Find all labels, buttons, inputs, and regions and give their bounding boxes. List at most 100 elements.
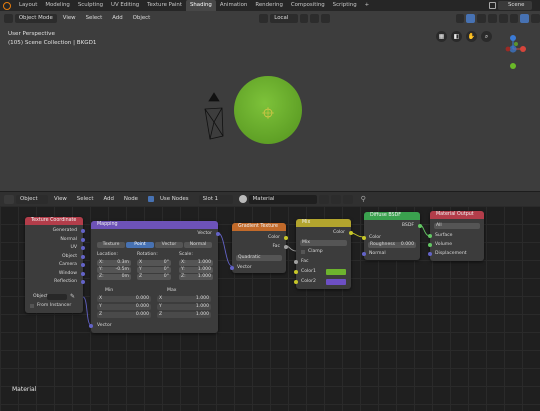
viewport-menu-view[interactable]: View	[59, 15, 80, 21]
zoom-icon[interactable]: ⌕	[481, 31, 492, 42]
xray-icon[interactable]	[488, 13, 497, 23]
material-name-field[interactable]: Material	[248, 194, 317, 204]
workspace-tab[interactable]: UV Editing	[107, 0, 143, 11]
workspace-tab[interactable]: Shading	[185, 0, 216, 11]
output-target-dropdown[interactable]: All	[434, 223, 480, 229]
shading-rendered-icon[interactable]	[531, 13, 540, 23]
viewport-menu-object[interactable]: Object	[129, 15, 155, 21]
shader-type-selector[interactable]: Object	[16, 194, 48, 204]
shading-material-icon[interactable]	[520, 13, 530, 23]
gizmo-y-axis[interactable]	[510, 63, 516, 69]
mapping-scale-field[interactable]: Y: 1.000	[179, 267, 213, 273]
displacement-input-socket[interactable]	[428, 252, 432, 256]
eyedropper-icon[interactable]: ✎	[70, 294, 76, 300]
mapping-type-button[interactable]: Vector	[155, 242, 183, 248]
gizmo-x-neg[interactable]	[505, 46, 511, 52]
blender-logo-icon[interactable]	[3, 1, 11, 10]
node-menu-node[interactable]: Node	[120, 196, 142, 202]
blend-type-dropdown[interactable]: Mix	[300, 240, 347, 246]
mapping-min-field[interactable]: X 0.000	[97, 296, 151, 302]
material-output-node[interactable]: Material Output All Surface Volume Displ…	[428, 211, 484, 261]
vector-input-socket[interactable]	[230, 266, 234, 270]
mapping-location-field[interactable]: X: 0.3m	[97, 260, 131, 266]
material-sphere-icon[interactable]	[238, 195, 247, 203]
gradient-texture-node[interactable]: Gradient Texture Color Fac Quadratic Vec…	[230, 223, 288, 273]
unlink-material-icon[interactable]	[342, 194, 353, 204]
scene-selector[interactable]: Scene	[498, 1, 532, 10]
transform-orientation-icon[interactable]	[259, 13, 269, 23]
object-field[interactable]	[47, 294, 67, 300]
from-instancer-checkbox[interactable]	[30, 304, 34, 308]
workspace-tab[interactable]: Layout	[15, 0, 41, 11]
mapping-rotation-field[interactable]: Y 0°	[137, 267, 171, 273]
copy-material-icon[interactable]	[330, 194, 341, 204]
texcoord-output-socket[interactable]	[81, 271, 85, 276]
mapping-node[interactable]: Mapping Vector Texture Point Vector Normal …	[89, 221, 220, 333]
texture-coordinate-node[interactable]: Texture Coordinate Generated Normal UV Obje…	[25, 217, 85, 313]
color-output-socket[interactable]	[349, 231, 353, 235]
mapping-type-button[interactable]: Texture	[97, 242, 125, 248]
mapping-max-field[interactable]: Z 1.000	[157, 312, 211, 318]
mapping-type-button[interactable]: Point	[126, 242, 154, 248]
mapping-location-field[interactable]: Z: 0m	[97, 274, 131, 280]
visibility-icon[interactable]	[455, 13, 465, 23]
workspace-tab[interactable]: Compositing	[287, 0, 329, 11]
texcoord-output-socket[interactable]	[81, 263, 85, 267]
node-editor-type-icon[interactable]	[4, 194, 14, 204]
mode-selector[interactable]: Object Mode	[14, 13, 57, 23]
proportional-edit-icon[interactable]	[321, 13, 331, 23]
green-sphere-object[interactable]	[234, 76, 302, 144]
use-nodes-checkbox[interactable]	[147, 196, 154, 202]
color2-swatch[interactable]	[326, 279, 346, 285]
snap-icon[interactable]	[310, 13, 320, 23]
pan-hand-icon[interactable]: ✋	[466, 31, 477, 42]
texcoord-output-socket[interactable]	[81, 246, 85, 250]
gizmo-x-axis[interactable]	[520, 46, 526, 52]
color-output-socket[interactable]	[284, 236, 288, 240]
shading-wireframe-icon[interactable]	[498, 13, 508, 23]
vector-output-socket[interactable]	[216, 232, 220, 236]
camera-object[interactable]	[204, 92, 224, 140]
camera-view-icon[interactable]: ◧	[451, 31, 462, 42]
gizmo-toggle-icon[interactable]	[466, 13, 476, 23]
workspace-tab[interactable]: Sculpting	[74, 0, 107, 11]
mix-rgb-node[interactable]: Mix Color Mix Clamp Fac Color1 Color2	[294, 219, 353, 289]
slot-selector[interactable]: Slot 1	[198, 194, 233, 204]
mapping-min-field[interactable]: Y 0.000	[97, 304, 151, 310]
texcoord-output-socket[interactable]	[81, 254, 85, 259]
clamp-checkbox[interactable]	[301, 250, 305, 254]
mapping-rotation-field[interactable]: X 0°	[137, 260, 171, 266]
viewport-menu-add[interactable]: Add	[108, 15, 126, 21]
gradient-type-dropdown[interactable]: Quadratic	[236, 255, 282, 261]
editor-type-icon[interactable]	[4, 13, 13, 23]
scene-icon[interactable]	[489, 2, 496, 9]
fac-input-socket[interactable]	[294, 260, 298, 264]
mapping-type-button[interactable]: Normal	[184, 242, 212, 248]
mapping-max-field[interactable]: Y 1.000	[157, 304, 211, 310]
pin-icon[interactable]: ⚲	[361, 195, 369, 203]
volume-input-socket[interactable]	[428, 243, 432, 247]
mapping-min-field[interactable]: Z 0.000	[97, 312, 151, 318]
overlay-icon[interactable]	[477, 13, 487, 23]
mapping-scale-field[interactable]: X: 1.000	[179, 260, 213, 266]
axis-gizmo[interactable]	[505, 35, 526, 69]
texcoord-output-socket[interactable]	[81, 229, 85, 233]
mapping-scale-field[interactable]: Z: 1.000	[179, 274, 213, 280]
viewport-menu-select[interactable]: Select	[82, 15, 107, 21]
workspace-tab[interactable]: +	[361, 0, 374, 11]
texcoord-output-socket[interactable]	[81, 237, 85, 242]
bsdf-output-socket[interactable]	[418, 224, 422, 228]
workspace-tab[interactable]: Scripting	[329, 0, 361, 11]
mapping-rotation-field[interactable]: Z 0°	[137, 274, 171, 280]
workspace-tab[interactable]: Rendering	[251, 0, 287, 11]
diffuse-bsdf-node[interactable]: Diffuse BSDF BSDF Color Roughness 0.000 …	[362, 212, 422, 260]
color2-input-socket[interactable]	[294, 280, 298, 284]
pivot-point-icon[interactable]	[299, 13, 309, 23]
gizmo-z-axis[interactable]	[510, 35, 516, 41]
color-input-socket[interactable]	[362, 236, 366, 240]
texcoord-output-socket[interactable]	[81, 280, 85, 284]
mapping-max-field[interactable]: X 1.000	[157, 296, 211, 302]
color1-swatch[interactable]	[326, 269, 346, 275]
surface-input-socket[interactable]	[428, 234, 432, 238]
normal-input-socket[interactable]	[362, 252, 366, 256]
